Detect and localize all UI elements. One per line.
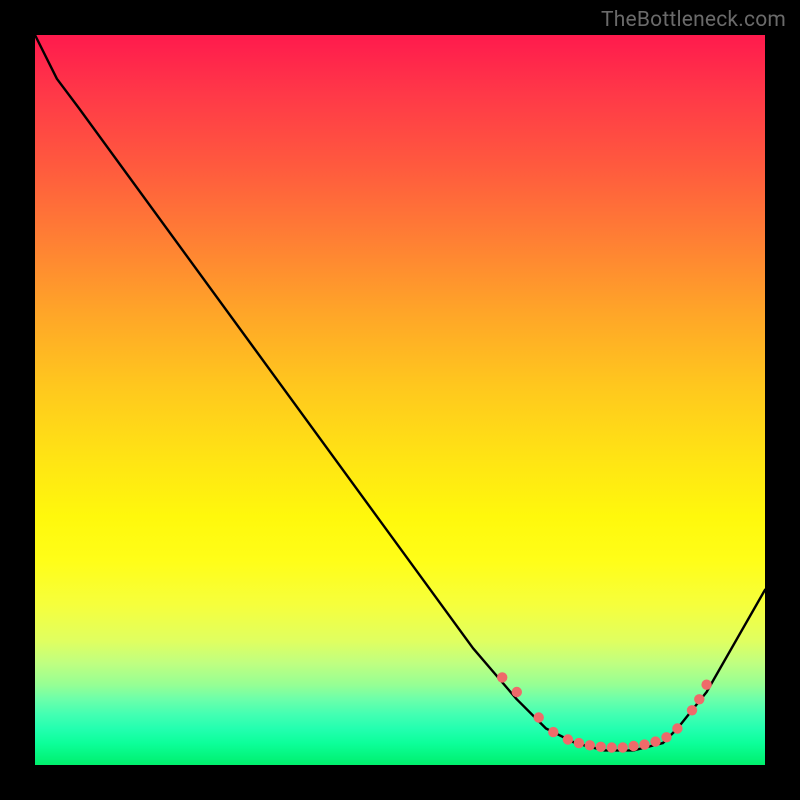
chart-stage: TheBottleneck.com [0,0,800,800]
curve-marker [661,732,671,742]
curve-marker [563,734,573,744]
plot-area [35,35,765,765]
curve-marker [497,672,507,682]
curve-marker [574,738,584,748]
curve-marker [694,694,704,704]
attribution-label: TheBottleneck.com [601,8,786,32]
curve-marker [607,742,617,752]
curve-marker [596,742,606,752]
curve-marker [701,680,711,690]
curve-marker [650,736,660,746]
marker-group [497,672,712,753]
curve-marker [618,742,628,752]
curve-marker [639,739,649,749]
curve-marker [628,741,638,751]
curve-path [35,35,765,750]
curve-marker [534,712,544,722]
curve-marker [512,687,522,697]
curve-marker [672,723,682,733]
curve-marker [687,705,697,715]
curve-marker [585,740,595,750]
curve-marker [548,727,558,737]
bottleneck-curve [35,35,765,765]
